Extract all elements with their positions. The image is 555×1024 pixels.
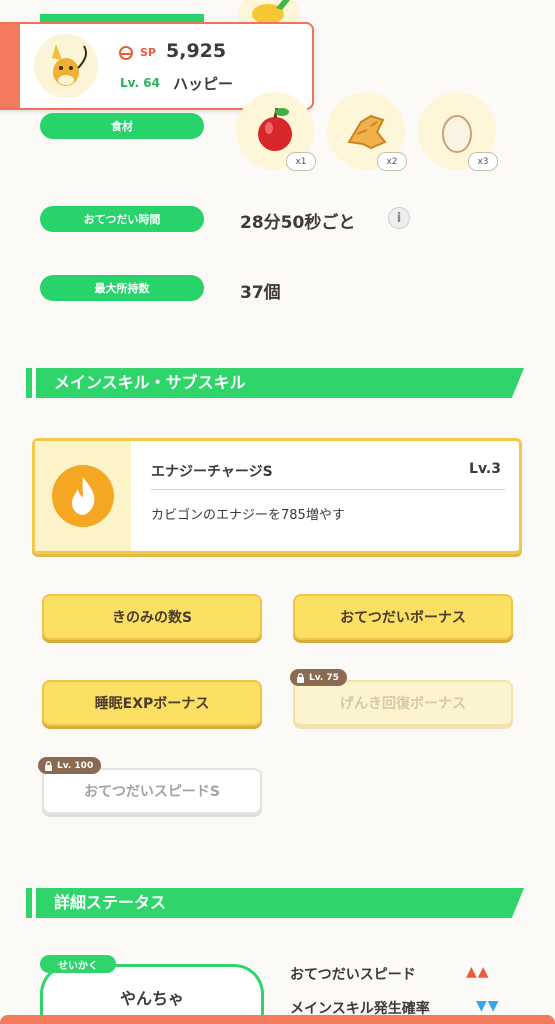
lock-icon — [45, 760, 52, 771]
ingredient-count: x3 — [468, 152, 498, 171]
subskill-label: げんき回復ボーナス — [340, 696, 466, 712]
ingredient-apple[interactable]: x1 — [236, 92, 316, 171]
avatar — [34, 34, 98, 98]
nature-tag: せいかく — [40, 955, 116, 973]
main-skill-icon-panel — [35, 441, 131, 551]
lock-icon — [297, 672, 304, 683]
unlock-level-tag: Lv. 75 — [290, 669, 347, 686]
nature-tag-label: せいかく — [58, 960, 98, 972]
nature-value: やんちゃ — [119, 989, 184, 1008]
flame-icon — [52, 465, 114, 527]
nickname: ハッピー — [173, 75, 234, 93]
subskill-button[interactable]: きのみの数S — [42, 594, 262, 640]
ingredient-ginger[interactable]: x2 — [327, 92, 407, 171]
info-icon-glyph: i — [396, 210, 402, 226]
detail-section-header: 詳細ステータス — [26, 888, 524, 918]
subskill-button[interactable]: おてつだいボーナス — [293, 594, 513, 640]
ingredient-egg[interactable]: x3 — [418, 92, 498, 171]
main-skill-name: エナジーチャージS — [151, 464, 273, 480]
unlock-level: Lv. 75 — [309, 672, 339, 683]
subskill-button-faded[interactable]: げんき回復ボーナス — [293, 680, 513, 726]
ingredient-count: x1 — [286, 152, 316, 171]
main-skill-level: Lv.3 — [469, 461, 501, 477]
unlock-level-tag: Lv. 100 — [38, 757, 102, 774]
nature-stat-up-label: おてつだいスピード — [290, 967, 416, 983]
subskill-label: 睡眠EXPボーナス — [94, 696, 210, 712]
main-skill-description: カビゴンのエナジーを785増やす — [151, 508, 345, 523]
sp-ball-icon — [119, 46, 133, 60]
skills-section-header: メインスキル・サブスキル — [26, 368, 524, 398]
sp-label: SP — [140, 46, 156, 59]
subskill-button[interactable]: 睡眠EXPボーナス — [42, 680, 262, 726]
help-time-label: おてつだい時間 — [40, 206, 204, 232]
down-arrows-icon: ▼▼ — [476, 998, 500, 1014]
bottom-bar[interactable] — [0, 1015, 555, 1024]
section-title: メインスキル・サブスキル — [54, 373, 246, 392]
ingredient-count: x2 — [377, 152, 407, 171]
subskill-label: おてつだいボーナス — [340, 610, 466, 626]
level-label: Lv. 64 — [120, 76, 160, 90]
card-accent-stripe — [0, 24, 20, 108]
ingredients-label: 食材 — [40, 113, 204, 139]
info-icon[interactable]: i — [388, 207, 410, 229]
section-edge — [26, 368, 32, 398]
unlock-level: Lv. 100 — [57, 760, 94, 771]
sp-value: 5,925 — [166, 40, 227, 62]
main-skill-divider — [151, 489, 505, 490]
up-arrows-icon: ▲▲ — [466, 964, 490, 980]
subskill-label: おてつだいスピードS — [84, 784, 220, 800]
section-edge — [26, 888, 32, 918]
section-title: 詳細ステータス — [54, 893, 167, 912]
main-skill-card[interactable]: エナジーチャージS Lv.3 カビゴンのエナジーを785増やす — [32, 438, 522, 554]
max-carry-label: 最大所持数 — [40, 275, 204, 301]
help-time-value: 28分50秒ごと — [240, 213, 356, 233]
max-carry-value: 37個 — [240, 283, 281, 303]
subskill-button-locked[interactable]: おてつだいスピードS — [42, 768, 262, 814]
subskill-label: きのみの数S — [111, 610, 193, 626]
